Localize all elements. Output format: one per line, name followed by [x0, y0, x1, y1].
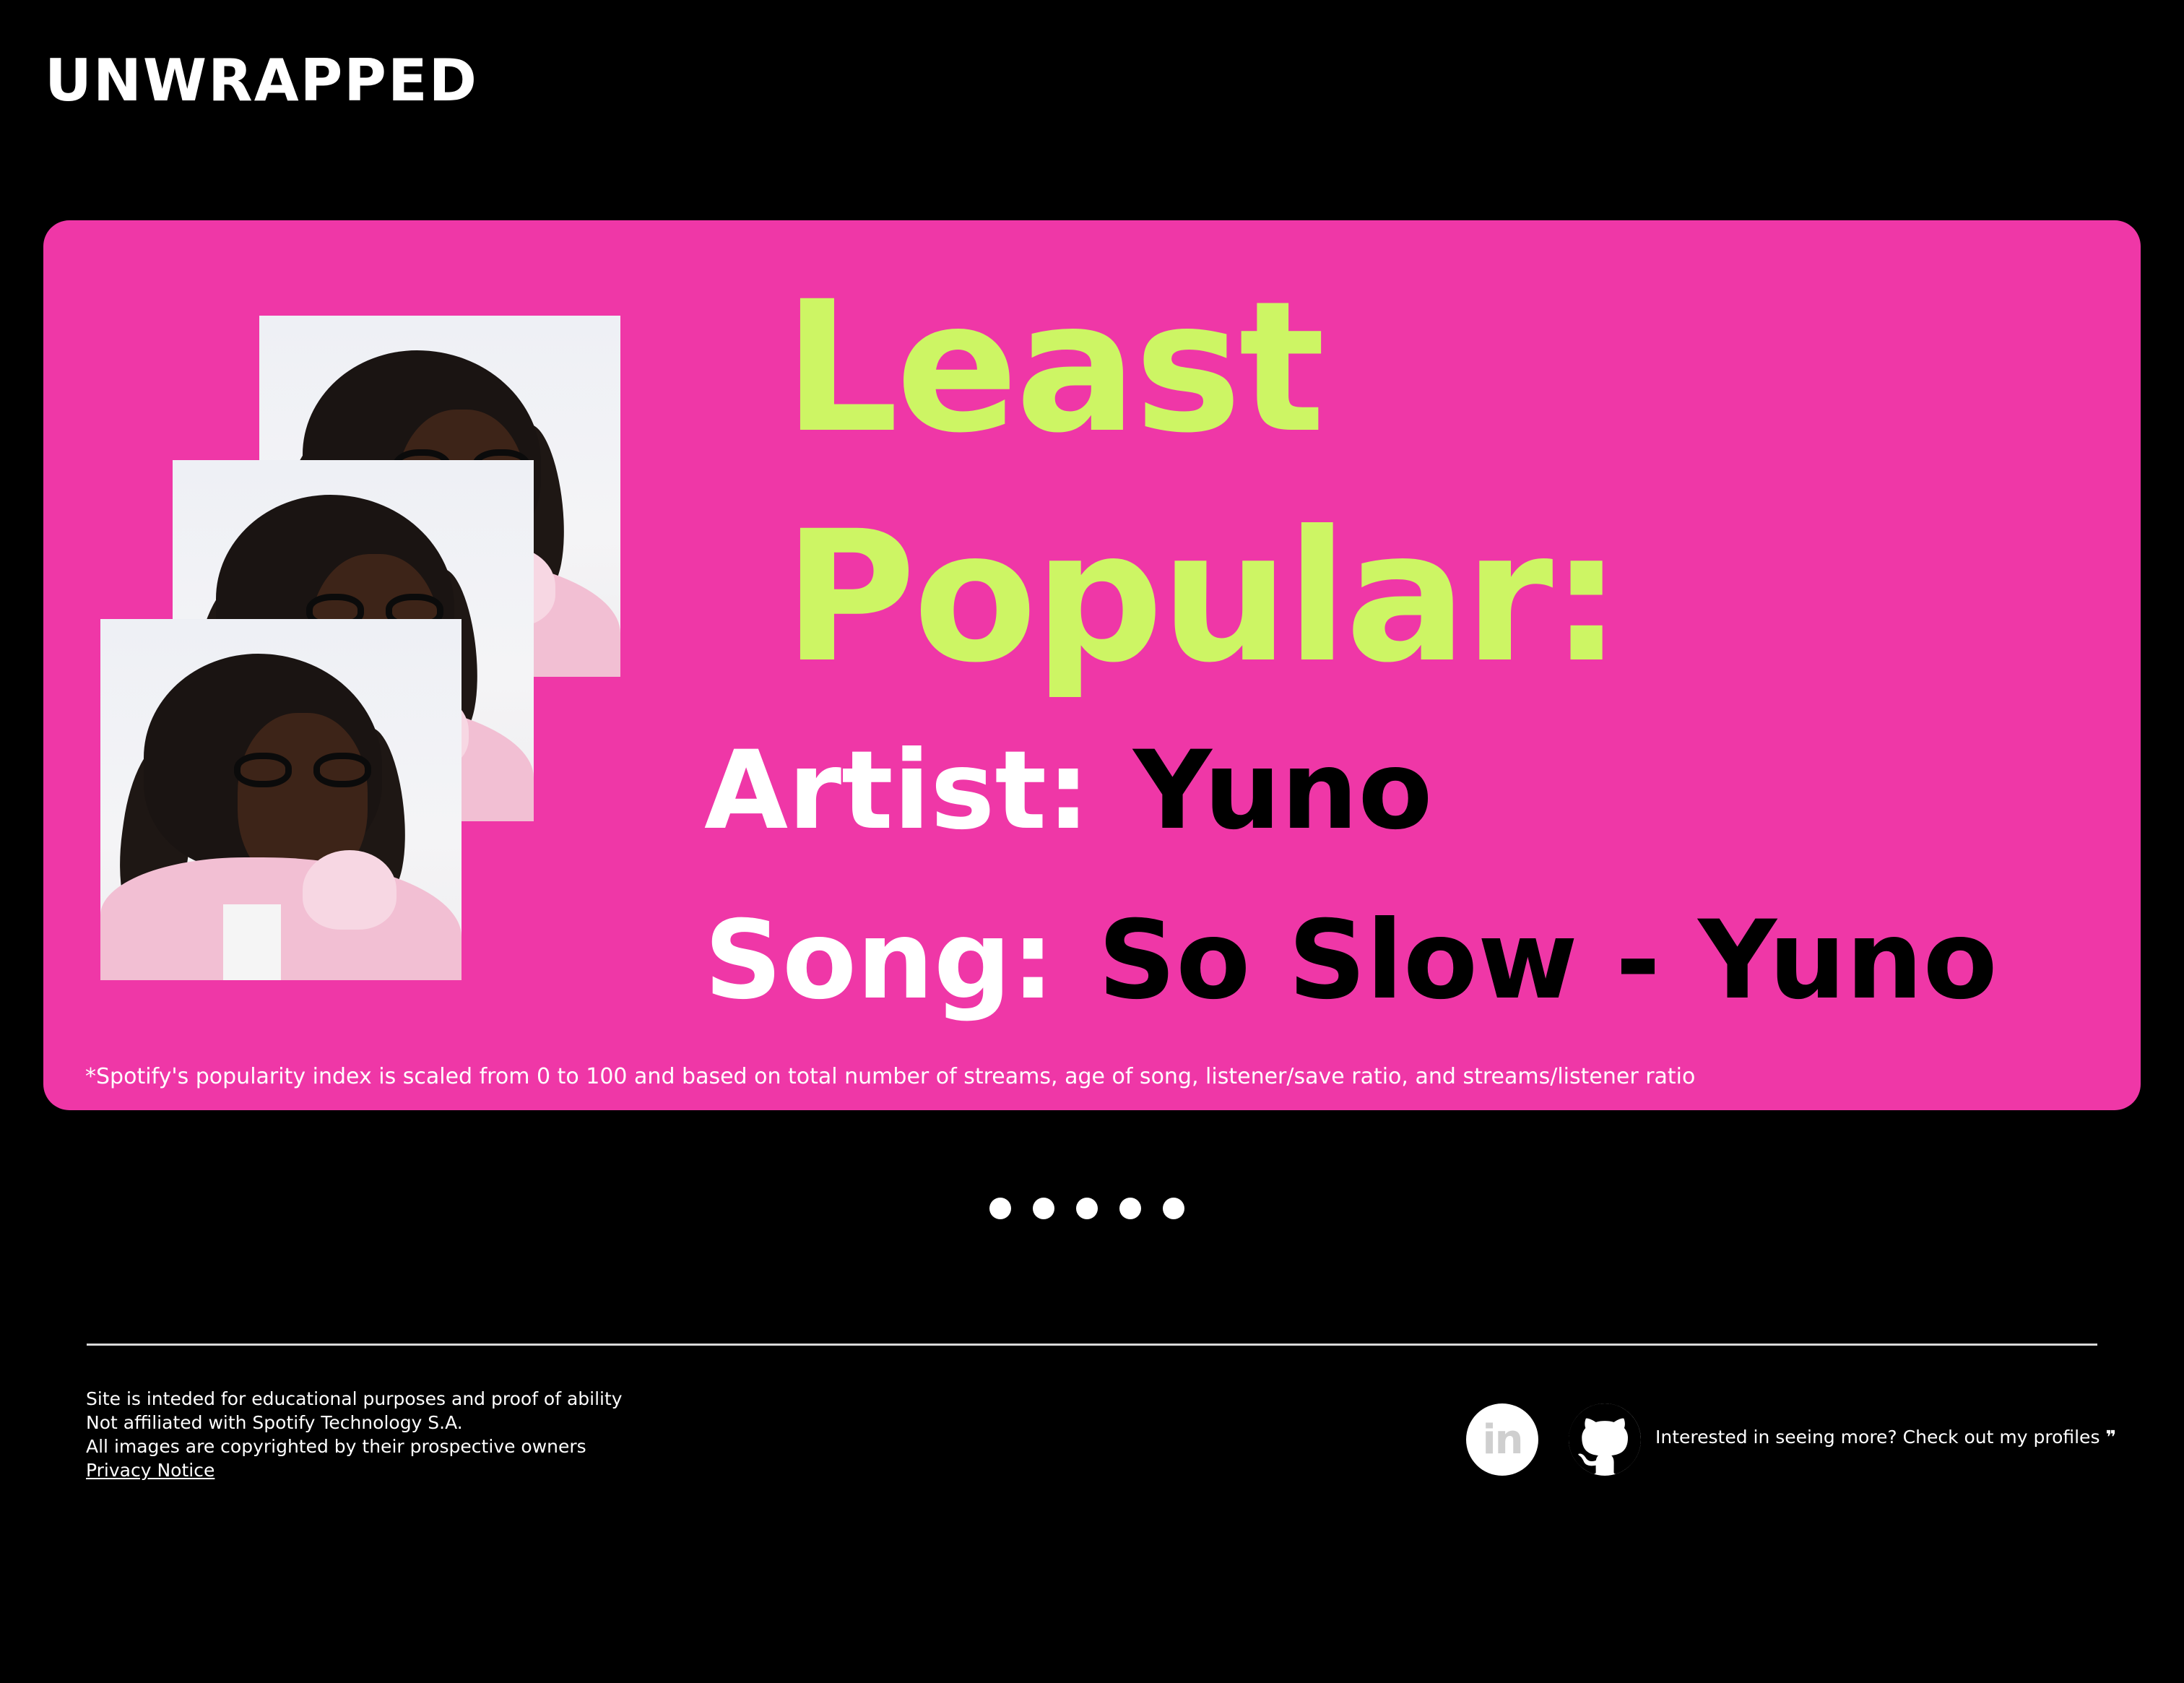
disclaimer-line-1: Site is inteded for educational purposes…: [86, 1388, 623, 1409]
brand-logo[interactable]: UNWRAPPED: [45, 45, 478, 117]
card-heading: Least Popular:: [784, 253, 1623, 712]
profiles-callout: Interested in seeing more? Check out my …: [1655, 1427, 2116, 1448]
song-value: So Slow - Yuno: [1098, 898, 1998, 1024]
pagination-dot-3[interactable]: [1076, 1198, 1098, 1219]
artist-value: Yuno: [1133, 728, 1433, 854]
linkedin-icon: in: [1482, 1416, 1523, 1463]
song-row: Song: So Slow - Yuno: [704, 896, 1998, 1026]
album-art-front: [100, 619, 462, 980]
song-label: Song:: [704, 898, 1055, 1024]
footer-divider: [87, 1344, 2097, 1346]
artist-label: Artist:: [704, 728, 1091, 854]
disclaimer-line-2: Not affiliated with Spotify Technology S…: [86, 1412, 463, 1433]
quote-icon: ❞: [2105, 1427, 2117, 1448]
github-icon: [1569, 1403, 1641, 1474]
carousel-pagination: [989, 1198, 1184, 1219]
pagination-dot-4[interactable]: [1119, 1198, 1141, 1219]
pagination-dot-1[interactable]: [989, 1198, 1011, 1219]
disclaimer-line-3: All images are copyrighted by their pros…: [86, 1436, 586, 1457]
pagination-dot-2[interactable]: [1033, 1198, 1054, 1219]
heading-line-2: Popular:: [784, 492, 1623, 702]
least-popular-card: Least Popular: Artist: Yuno Song: So Slow …: [43, 220, 2141, 1110]
linkedin-button[interactable]: in: [1466, 1403, 1538, 1476]
heading-line-1: Least: [784, 262, 1325, 472]
popularity-footnote: *Spotify's popularity index is scaled fr…: [85, 1064, 1696, 1089]
pagination-dot-5[interactable]: [1163, 1198, 1184, 1219]
privacy-notice-link[interactable]: Privacy Notice: [86, 1460, 214, 1481]
artist-row: Artist: Yuno: [704, 726, 1433, 856]
page: UNWRAPPED Least Popular: Artist: Yuno So…: [0, 0, 2184, 1683]
profiles-text: Interested in seeing more? Check out my …: [1655, 1427, 2100, 1448]
footer-disclaimer: Site is inteded for educational purposes…: [86, 1387, 623, 1482]
github-button[interactable]: [1569, 1403, 1641, 1476]
